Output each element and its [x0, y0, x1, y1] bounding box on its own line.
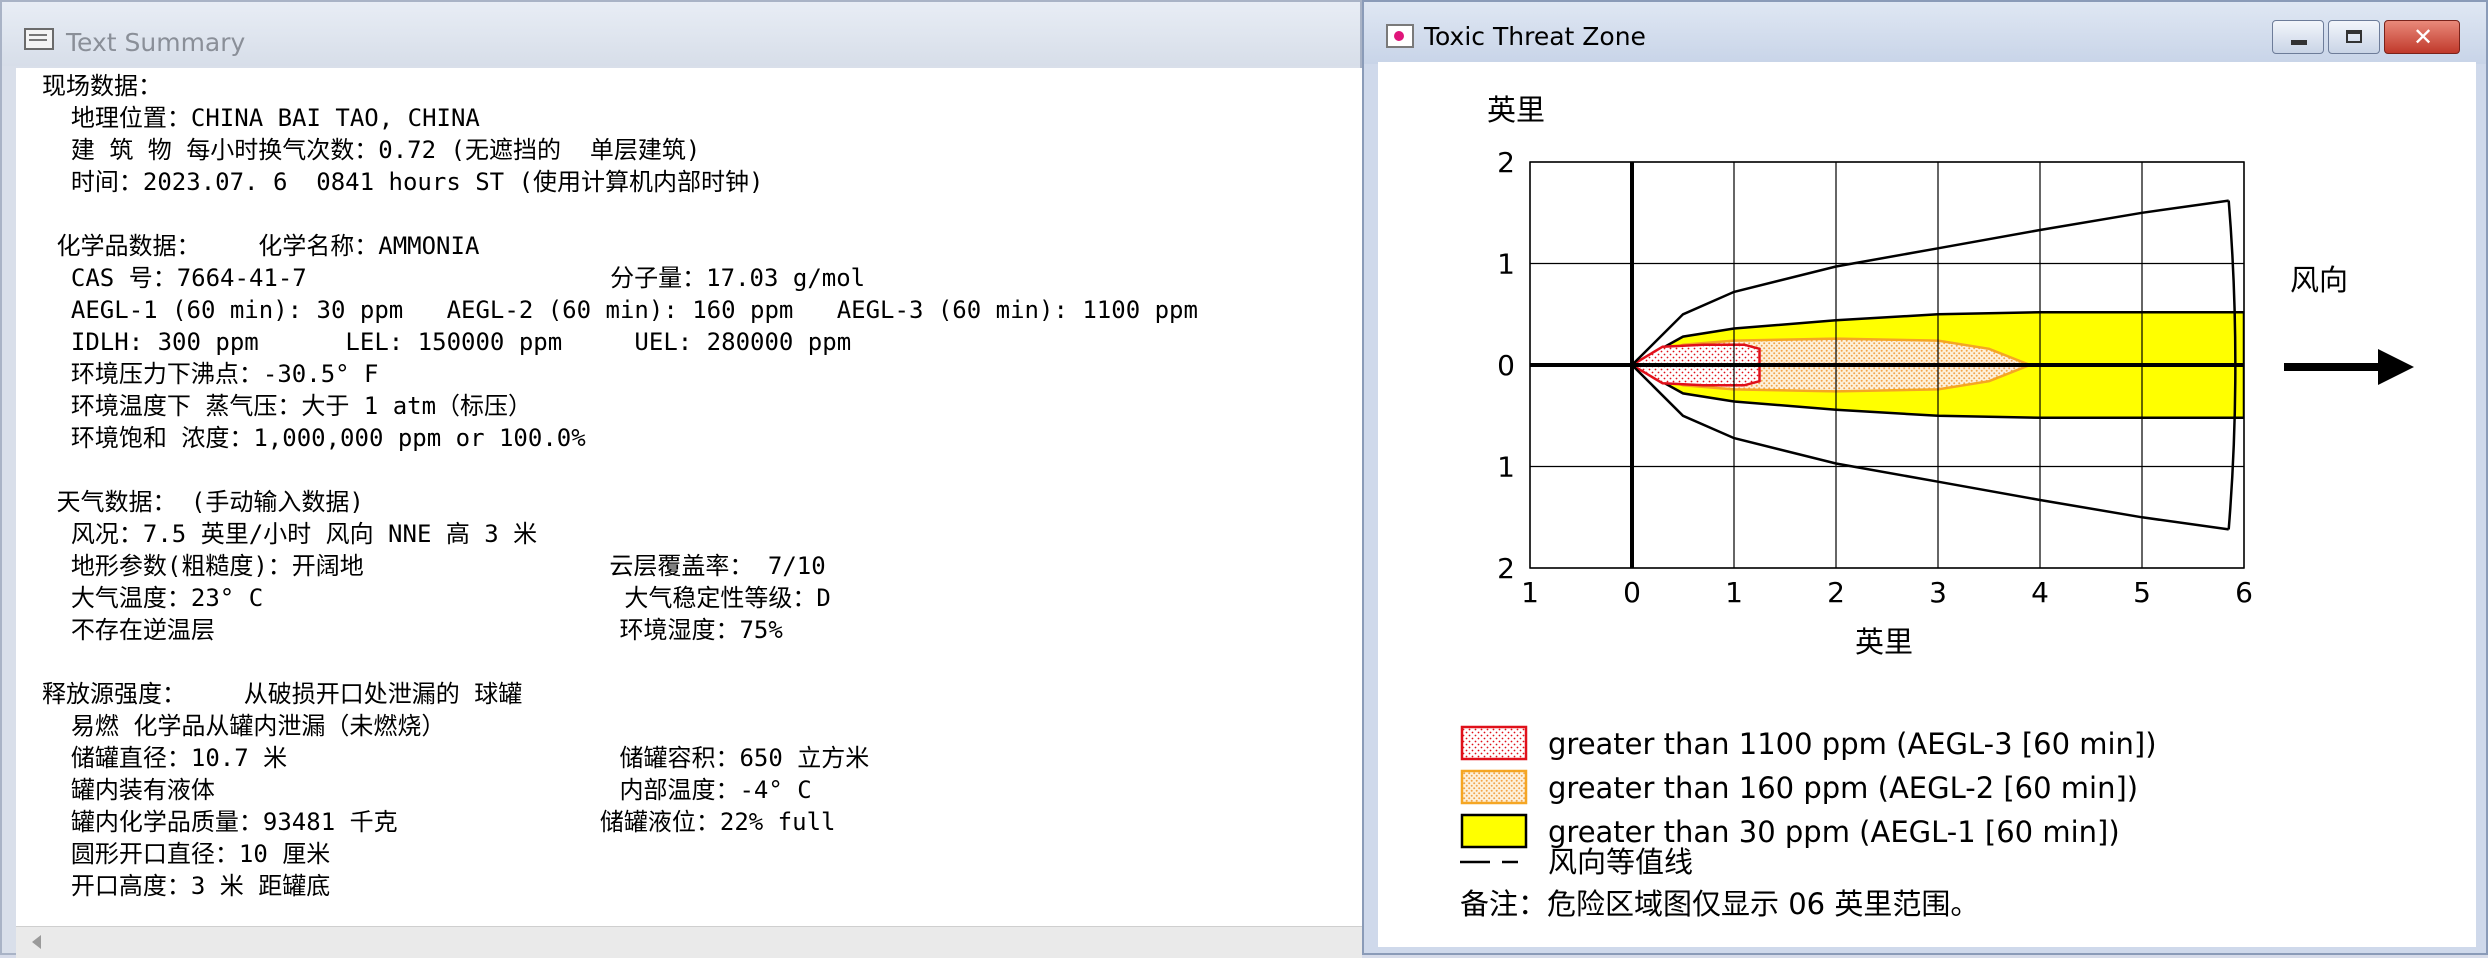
summary-line: 风况：7.5 英里/小时 风向 NNE 高 3 米	[42, 520, 538, 548]
legend-label: greater than 160 ppm (AEGL-2 [60 min])	[1548, 771, 2138, 805]
maximize-button[interactable]	[2328, 20, 2380, 54]
y-tick-label: 0	[1497, 349, 1515, 382]
x-tick-label: 2	[1827, 576, 1845, 609]
summary-line: 释放源强度： 从破损开口处泄漏的 球罐	[42, 680, 523, 708]
close-button[interactable]: ✕	[2384, 20, 2460, 54]
text-summary-title-bar[interactable]: Text Summary	[2, 2, 1360, 66]
y-tick-label: 1	[1497, 451, 1515, 484]
legend-label: 风向等值线	[1548, 845, 1693, 879]
x-axis-label: 英里	[1855, 625, 1913, 659]
text-summary-body: 现场数据： 地理位置：CHINA BAI TAO, CHINA 建 筑 物 每小…	[42, 70, 1198, 902]
summary-line: 建 筑 物 每小时换气次数：0.72 (无遮挡的 单层建筑)	[42, 136, 701, 164]
threat-zone-note: 备注：危险区域图仅显示 06 英里范围。	[1460, 887, 1979, 921]
x-tick-label: 5	[2133, 576, 2151, 609]
legend-label: greater than 30 ppm (AEGL-1 [60 min])	[1548, 815, 2120, 849]
close-icon: ✕	[2412, 23, 2434, 51]
y-tick-label: 1	[1497, 248, 1515, 281]
x-tick-label: 3	[1929, 576, 1947, 609]
text-summary-content: 现场数据： 地理位置：CHINA BAI TAO, CHINA 建 筑 物 每小…	[16, 68, 1362, 926]
wind-arrow-icon	[2378, 349, 2414, 385]
legend-swatch	[1460, 769, 1528, 805]
summary-line: 易燃 化学品从罐内泄漏（未燃烧）	[42, 712, 446, 740]
summary-line: 地形参数(粗糙度)：开阔地 云层覆盖率： 7/10	[42, 552, 826, 580]
summary-line: 现场数据：	[42, 72, 162, 100]
summary-line: 罐内化学品质量：93481 千克 储罐液位：22% full	[42, 808, 836, 836]
summary-line: IDLH: 300 ppm LEL: 150000 ppm UEL: 28000…	[42, 328, 852, 356]
summary-line: 开口高度：3 米 距罐底	[42, 872, 331, 900]
x-tick-label: 0	[1623, 576, 1641, 609]
summary-line: 地理位置：CHINA BAI TAO, CHINA	[42, 104, 480, 132]
summary-line: 罐内装有液体 内部温度：-4° C	[42, 776, 812, 804]
summary-line: 不存在逆温层 环境湿度：75%	[42, 616, 783, 644]
legend-label: greater than 1100 ppm (AEGL-3 [60 min])	[1548, 727, 2157, 761]
horizontal-scrollbar[interactable]	[16, 926, 1362, 958]
legend-swatch	[1460, 813, 1528, 849]
summary-line: 环境饱和 浓度：1,000,000 ppm or 100.0%	[42, 424, 586, 452]
threat-zone-plot-area: 1 0 1 2 3 4 5 6 2 1 0 1 2 英里 英里 风向 greater than 1100 pp…	[1378, 62, 2476, 947]
summary-line: 环境压力下沸点：-30.5° F	[42, 360, 379, 388]
summary-line: 化学品数据： 化学名称：AMMONIA	[42, 232, 480, 260]
x-tick-label: 4	[2031, 576, 2049, 609]
summary-line: CAS 号：7664-41-7 分子量：17.03 g/mol	[42, 264, 866, 292]
text-summary-window: Text Summary 现场数据： 地理位置：CHINA BAI TAO, C…	[0, 0, 1362, 958]
summary-line: 环境温度下 蒸气压：大于 1 atm（标压）	[42, 392, 533, 420]
maximize-icon	[2346, 30, 2362, 43]
threat-zone-title: Toxic Threat Zone	[1424, 22, 1646, 51]
wind-direction-label: 风向	[2290, 263, 2348, 297]
summary-line: 圆形开口直径：10 厘米	[42, 840, 331, 868]
scroll-left-icon[interactable]	[32, 935, 41, 949]
y-tick-label: 2	[1497, 552, 1515, 585]
y-tick-label: 2	[1497, 146, 1515, 179]
text-summary-title: Text Summary	[66, 28, 246, 57]
x-tick-label: 1	[1725, 576, 1743, 609]
text-window-icon	[24, 28, 54, 50]
minimize-button[interactable]	[2272, 20, 2324, 54]
plot-window-icon	[1386, 24, 1414, 48]
summary-line: 储罐直径：10.7 米 储罐容积：650 立方米	[42, 744, 870, 772]
summary-line: AEGL-1 (60 min): 30 ppm AEGL-2 (60 min):…	[42, 296, 1198, 324]
summary-line: 天气数据： (手动输入数据)	[42, 488, 364, 516]
summary-line: 时间：2023.07. 6 0841 hours ST (使用计算机内部时钟)	[42, 168, 764, 196]
threat-zone-title-bar[interactable]: Toxic Threat Zone ✕	[1364, 2, 2486, 64]
x-tick-label: 1	[1521, 576, 1539, 609]
threat-zone-chart: 1 0 1 2 3 4 5 621012英里英里风向 greater than 1100 pp…	[1460, 93, 2414, 921]
y-axis-label: 英里	[1487, 93, 1545, 127]
minimize-icon	[2291, 40, 2307, 45]
toxic-threat-zone-window: Toxic Threat Zone ✕ 1 0 1 2 3 4 5 6 2 1 0 1 2 英里 英里 风向 …	[1362, 0, 2488, 955]
summary-line: 大气温度：23° C 大气稳定性等级：D	[42, 584, 831, 612]
x-tick-label: 6	[2235, 576, 2253, 609]
legend-swatch	[1460, 725, 1528, 761]
